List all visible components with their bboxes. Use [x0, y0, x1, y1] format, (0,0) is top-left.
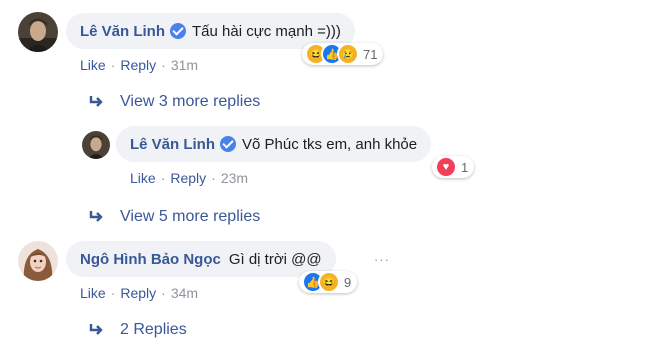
- like-link[interactable]: Like: [80, 57, 106, 73]
- like-link[interactable]: Like: [130, 170, 156, 186]
- separator: ·: [211, 170, 216, 186]
- comment-actions: Like · Reply · 31m: [80, 57, 198, 73]
- view-more-replies-label: View 5 more replies: [120, 208, 261, 225]
- comment-text: Võ Phúc tks em, anh khỏe: [242, 135, 418, 153]
- view-replies-link[interactable]: 2 Replies: [88, 321, 187, 339]
- view-more-replies-label: View 3 more replies: [120, 93, 261, 110]
- timestamp[interactable]: 23m: [221, 170, 248, 186]
- verified-badge-icon: [170, 23, 187, 39]
- avatar[interactable]: [18, 241, 58, 281]
- reply-link[interactable]: Reply: [120, 57, 156, 73]
- separator: ·: [110, 57, 116, 73]
- comment-author[interactable]: Lê Văn Linh: [130, 136, 215, 153]
- comment-author[interactable]: Ngô Hình Bảo Ngọc: [80, 251, 221, 268]
- separator: ·: [161, 57, 166, 73]
- comment-text: Gì dị trời @@: [228, 250, 322, 268]
- avatar[interactable]: [82, 131, 110, 159]
- reply-link[interactable]: Reply: [120, 285, 156, 301]
- more-options-icon[interactable]: ···: [374, 252, 390, 267]
- view-more-replies-link[interactable]: View 5 more replies: [88, 208, 260, 226]
- view-more-replies-link[interactable]: View 3 more replies: [88, 93, 260, 111]
- comment-actions: Like · Reply · 34m: [80, 285, 198, 301]
- timestamp[interactable]: 31m: [171, 57, 198, 73]
- verified-badge-icon: [220, 136, 237, 152]
- reaction-summary[interactable]: 👍 😆 9: [299, 271, 358, 293]
- separator: ·: [110, 285, 116, 301]
- reply-link[interactable]: Reply: [170, 170, 206, 186]
- timestamp[interactable]: 34m: [171, 285, 198, 301]
- separator: ·: [161, 285, 166, 301]
- reaction-summary[interactable]: ♥ 1: [432, 156, 475, 178]
- avatar[interactable]: [18, 12, 58, 52]
- reply-arrow-icon: [89, 324, 103, 335]
- comment-text: Tấu hài cực mạnh =))): [192, 22, 341, 40]
- reply-arrow-icon: [89, 211, 103, 222]
- love-icon: ♥: [435, 156, 457, 178]
- comment-bubble: Ngô Hình Bảo Ngọc Gì dị trời @@: [66, 241, 336, 277]
- separator: ·: [160, 170, 166, 186]
- comment-author[interactable]: Lê Văn Linh: [80, 23, 165, 40]
- view-replies-label: 2 Replies: [120, 321, 187, 338]
- reaction-count: 9: [344, 274, 352, 290]
- comment-bubble: Lê Văn Linh Võ Phúc tks em, anh khỏe: [116, 126, 432, 162]
- reply-arrow-icon: [89, 96, 103, 107]
- reaction-summary[interactable]: 😆 👍 😢 71: [302, 43, 384, 65]
- reaction-count: 71: [363, 46, 378, 62]
- sad-icon: 😢: [337, 43, 359, 65]
- comment-actions: Like · Reply · 23m: [130, 170, 248, 186]
- like-link[interactable]: Like: [80, 285, 106, 301]
- haha-icon: 😆: [318, 271, 340, 293]
- reaction-count: 1: [461, 159, 469, 175]
